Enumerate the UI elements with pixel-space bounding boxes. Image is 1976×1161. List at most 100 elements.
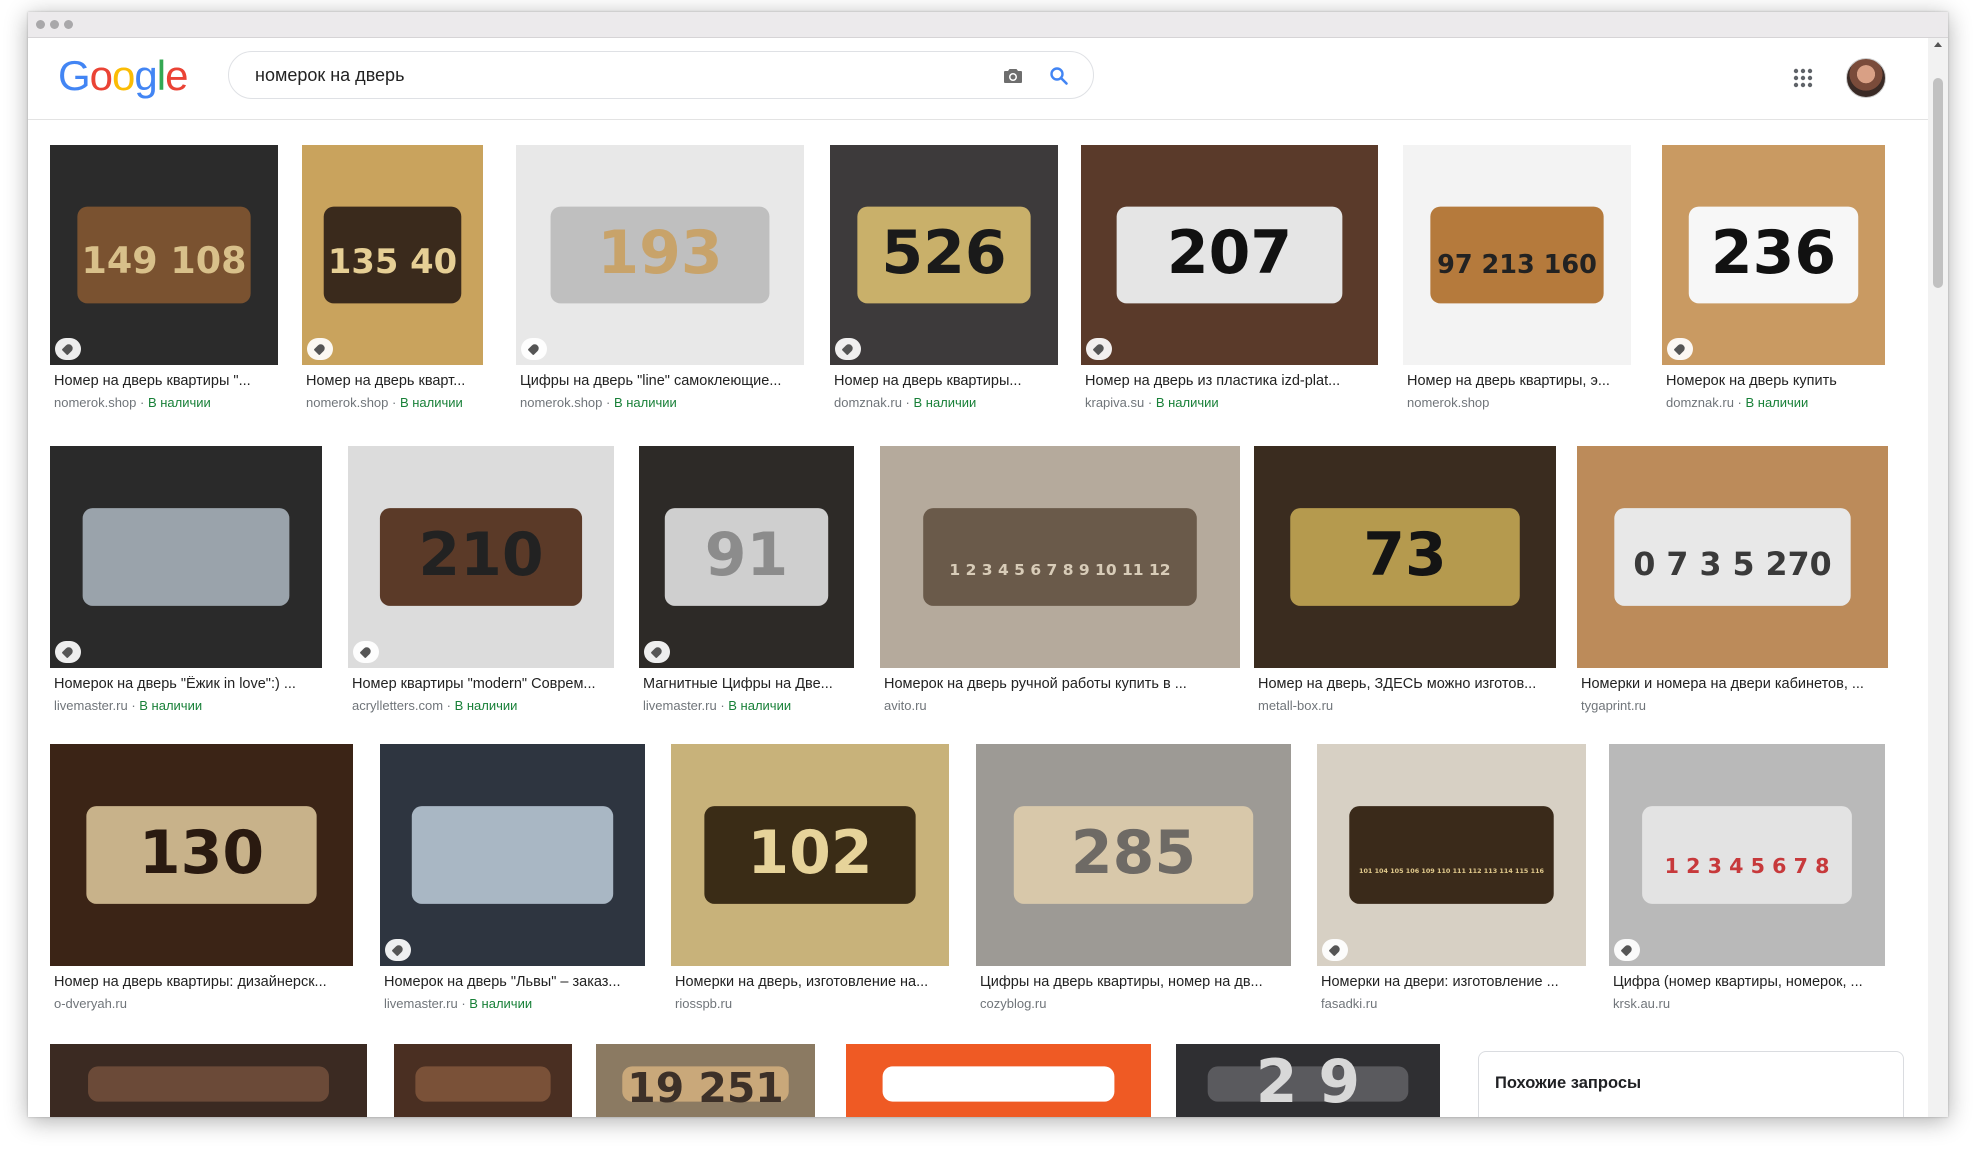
thumbnail-number-text: 97 213 160	[1437, 250, 1597, 280]
image-result[interactable]: 526 Номер на дверь квартиры... domznak.ru …	[830, 145, 1058, 425]
thumbnail-number-text: 1 2 3 4 5 6 7 8 9 10 11 12	[949, 561, 1170, 579]
account-avatar[interactable]	[1846, 58, 1886, 98]
apps-grid-icon[interactable]	[1792, 67, 1814, 89]
search-box[interactable]	[228, 51, 1094, 99]
result-source: domznak.ru	[834, 395, 902, 410]
meta-separator: ·	[127, 698, 140, 713]
result-caption[interactable]: Номер на дверь кварт...	[306, 373, 483, 389]
in-stock-label: В наличии	[399, 395, 463, 410]
result-thumbnail[interactable]	[50, 1044, 367, 1117]
search-input[interactable]	[255, 65, 955, 86]
result-caption[interactable]: Номер на дверь, ЗДЕСЬ можно изготов...	[1258, 676, 1556, 692]
result-thumbnail[interactable]: 102	[671, 744, 949, 966]
result-thumbnail[interactable]: 91	[639, 446, 854, 668]
image-result[interactable]: 2 9	[1176, 1044, 1440, 1117]
result-caption[interactable]: Цифра (номер квартиры, номерок, ...	[1613, 974, 1885, 990]
image-result[interactable]: 0 7 3 5 270 Номерки и номера на двери каб…	[1577, 446, 1888, 728]
result-caption[interactable]: Номерок на дверь "Львы" – заказ...	[384, 974, 645, 990]
meta-separator: ·	[1733, 395, 1746, 410]
image-result[interactable]: 101 104 105 106 109 110 111 112 113 114 …	[1317, 744, 1586, 1026]
image-result[interactable]: 285 Цифры на дверь квартиры, номер на дв.…	[976, 744, 1291, 1026]
camera-icon[interactable]	[1001, 64, 1025, 88]
meta-separator: ·	[136, 395, 148, 410]
browser-window: Google 1	[28, 12, 1948, 1117]
result-caption[interactable]: Номер квартиры "modern" Соврем...	[352, 676, 614, 692]
result-thumbnail[interactable]: 149 108	[50, 145, 278, 365]
image-result[interactable]	[846, 1044, 1151, 1117]
result-thumbnail[interactable]	[50, 446, 322, 668]
scrollbar[interactable]	[1928, 38, 1948, 1117]
result-thumbnail[interactable]: 285	[976, 744, 1291, 966]
close-window-icon[interactable]	[36, 20, 45, 29]
thumbnail-number-text: 135 40	[328, 242, 457, 281]
result-caption[interactable]: Номерок на дверь купить	[1666, 373, 1885, 389]
result-thumbnail[interactable]: 207	[1081, 145, 1378, 365]
result-caption[interactable]: Магнитные Цифры на Две...	[643, 676, 854, 692]
result-thumbnail[interactable]: 19 251	[596, 1044, 815, 1117]
image-result[interactable]: 149 108 Номер на дверь квартиры "... nomer…	[50, 145, 278, 425]
in-stock-label: В наличии	[147, 395, 211, 410]
result-caption[interactable]: Номер на дверь квартиры: дизайнерск...	[54, 974, 353, 990]
result-thumbnail[interactable]: 1 2 3 4 5 6 7 8	[1609, 744, 1885, 966]
result-caption[interactable]: Цифры на дверь "line" самоклеющие...	[520, 373, 804, 389]
result-meta: nomerok.shop · В наличии	[306, 395, 483, 410]
image-result[interactable]: 130 Номер на дверь квартиры: дизайнерск..…	[50, 744, 353, 1026]
result-thumbnail[interactable]: 526	[830, 145, 1058, 365]
image-result[interactable]: 73 Номер на дверь, ЗДЕСЬ можно изготов...…	[1254, 446, 1556, 728]
image-result[interactable]: 236 Номерок на дверь купить domznak.ru · В…	[1662, 145, 1885, 425]
result-thumbnail[interactable]	[394, 1044, 572, 1117]
result-caption[interactable]: Номер на дверь из пластика izd-plat...	[1085, 373, 1378, 389]
thumbnail-number-text: 285	[1071, 818, 1196, 888]
image-result[interactable]: 1 2 3 4 5 6 7 8 9 10 11 12 Номерок на две…	[880, 446, 1240, 728]
result-source: cozyblog.ru	[980, 996, 1047, 1011]
search-icon[interactable]	[1047, 64, 1071, 88]
image-result[interactable]: 1 2 3 4 5 6 7 8 Цифра (номер квартиры, но…	[1609, 744, 1885, 1026]
result-thumbnail[interactable]: 97 213 160	[1403, 145, 1631, 365]
result-thumbnail[interactable]	[380, 744, 645, 966]
result-thumbnail[interactable]	[846, 1044, 1151, 1117]
related-searches-card[interactable]: Похожие запросы	[1478, 1051, 1904, 1117]
result-thumbnail[interactable]: 193	[516, 145, 804, 365]
scroll-up-icon[interactable]	[1934, 42, 1942, 47]
image-result[interactable]: 193 Цифры на дверь "line" самоклеющие... n…	[516, 145, 804, 425]
image-result[interactable]	[50, 1044, 367, 1117]
result-thumbnail[interactable]: 101 104 105 106 109 110 111 112 113 114 …	[1317, 744, 1586, 966]
result-caption[interactable]: Номер на дверь квартиры, э...	[1407, 373, 1631, 389]
image-result[interactable]: 210 Номер квартиры "modern" Соврем... acry…	[348, 446, 614, 728]
image-result[interactable]: 19 251	[596, 1044, 815, 1117]
result-caption[interactable]: Номерки на дверь, изготовление на...	[675, 974, 949, 990]
image-result[interactable]: 102 Номерки на дверь, изготовление на... r…	[671, 744, 949, 1026]
result-thumbnail[interactable]: 0 7 3 5 270	[1577, 446, 1888, 668]
image-result[interactable]: 207 Номер на дверь из пластика izd-plat..…	[1081, 145, 1378, 425]
result-source: nomerok.shop	[520, 395, 603, 410]
minimize-window-icon[interactable]	[50, 20, 59, 29]
image-result[interactable]: 135 40 Номер на дверь кварт... nomerok.sho…	[302, 145, 483, 425]
scroll-thumb[interactable]	[1933, 78, 1943, 288]
result-caption[interactable]: Номерки на двери: изготовление ...	[1321, 974, 1586, 990]
result-caption[interactable]: Номерок на дверь ручной работы купить в …	[884, 676, 1240, 692]
result-meta: nomerok.shop · В наличии	[54, 395, 278, 410]
result-thumbnail[interactable]: 135 40	[302, 145, 483, 365]
maximize-window-icon[interactable]	[64, 20, 73, 29]
result-thumbnail[interactable]: 130	[50, 744, 353, 966]
image-result[interactable]: Номерок на дверь "Львы" – заказ... livema…	[380, 744, 645, 1026]
result-caption[interactable]: Номерок на дверь "Ёжик in love":) ...	[54, 676, 322, 692]
result-caption[interactable]: Номер на дверь квартиры...	[834, 373, 1058, 389]
result-thumbnail[interactable]: 1 2 3 4 5 6 7 8 9 10 11 12	[880, 446, 1240, 668]
result-thumbnail[interactable]: 2 9	[1176, 1044, 1440, 1117]
result-thumbnail[interactable]: 236	[1662, 145, 1885, 365]
result-thumbnail[interactable]: 73	[1254, 446, 1556, 668]
result-meta: avito.ru	[884, 698, 1240, 713]
image-result[interactable]: Номерок на дверь "Ёжик in love":) ... liv…	[50, 446, 322, 728]
google-logo[interactable]: Google	[58, 52, 188, 100]
result-source: livemaster.ru	[384, 996, 458, 1011]
image-result[interactable]: 91 Магнитные Цифры на Две... livemaster.ru…	[639, 446, 854, 728]
image-result[interactable]: 97 213 160 Номер на дверь квартиры, э... n…	[1403, 145, 1631, 425]
result-thumbnail[interactable]: 210	[348, 446, 614, 668]
result-caption[interactable]: Номер на дверь квартиры "...	[54, 373, 278, 389]
image-result[interactable]	[394, 1044, 572, 1117]
result-meta: o-dveryah.ru	[54, 996, 353, 1011]
result-caption[interactable]: Номерки и номера на двери кабинетов, ...	[1581, 676, 1888, 692]
shopping-tag-icon	[55, 641, 81, 663]
result-caption[interactable]: Цифры на дверь квартиры, номер на дв...	[980, 974, 1291, 990]
